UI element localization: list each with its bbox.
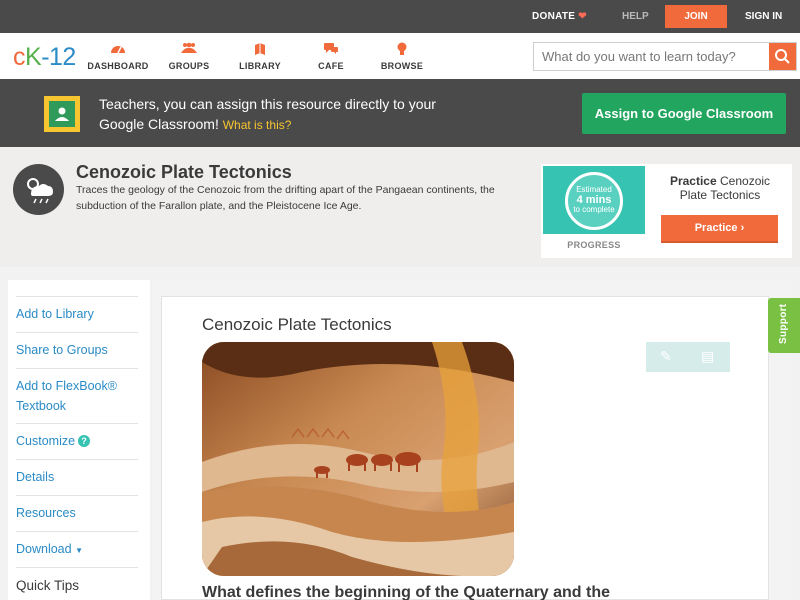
rock-art-image bbox=[202, 342, 514, 576]
ck12-logo[interactable]: cK-12 bbox=[13, 43, 76, 72]
download-label: Download bbox=[16, 542, 72, 556]
divider bbox=[16, 495, 138, 496]
practice-title: Practice Cenozoic Plate Tectonics bbox=[660, 174, 780, 202]
practice-title-bold: Practice bbox=[669, 174, 717, 188]
progress-label: PROGRESS bbox=[567, 240, 621, 250]
what-is-this-link[interactable]: What is this? bbox=[223, 118, 292, 132]
donate-link[interactable]: DONATE ❤ bbox=[532, 11, 587, 22]
customize-link[interactable]: Customize? bbox=[16, 431, 138, 451]
browse-icon bbox=[367, 42, 437, 58]
logo-c: c bbox=[13, 43, 26, 71]
divider bbox=[16, 459, 138, 460]
content-tools: ✎ ▤ bbox=[646, 342, 730, 372]
google-classroom-text: Teachers, you can assign this resource d… bbox=[99, 94, 459, 135]
practice-button-label: Practice bbox=[694, 222, 738, 234]
nav-cafe[interactable]: CAFE bbox=[296, 42, 366, 71]
details-link[interactable]: Details bbox=[16, 467, 138, 487]
nav-cafe-label: CAFE bbox=[318, 61, 344, 71]
content-title: Cenozoic Plate Tectonics bbox=[202, 315, 392, 334]
progress-graphic: Estimated 4 mins to complete bbox=[543, 166, 645, 234]
nav-browse[interactable]: BROWSE bbox=[367, 42, 437, 71]
content-heading: What defines the beginning of the Quater… bbox=[202, 584, 611, 600]
page-title: Cenozoic Plate Tectonics bbox=[76, 162, 292, 182]
add-to-library-link[interactable]: Add to Library bbox=[16, 304, 138, 324]
support-label: Support bbox=[778, 303, 789, 344]
divider bbox=[16, 368, 138, 369]
practice-button[interactable]: Practice › bbox=[661, 215, 778, 243]
customize-label: Customize bbox=[16, 434, 76, 448]
nav-dashboard[interactable]: DASHBOARD bbox=[83, 42, 153, 71]
groups-icon bbox=[154, 42, 224, 58]
join-button[interactable]: JOIN bbox=[665, 5, 727, 28]
heart-icon: ❤ bbox=[578, 11, 587, 22]
add-to-flexbook-link[interactable]: Add to FlexBook® Textbook bbox=[16, 376, 138, 416]
library-icon bbox=[225, 42, 295, 58]
lesson-description: Traces the geology of the Cenozoic from … bbox=[76, 184, 495, 212]
support-tab[interactable]: Support bbox=[768, 298, 800, 353]
divider bbox=[16, 531, 138, 532]
download-link[interactable]: Download ▼ bbox=[16, 539, 138, 561]
search-bar bbox=[533, 42, 797, 71]
help-icon[interactable]: ? bbox=[78, 435, 91, 447]
top-utility-bar: DONATE ❤ HELP JOIN SIGN IN bbox=[0, 0, 800, 33]
nav-library[interactable]: LIBRARY bbox=[225, 42, 295, 71]
nav-groups[interactable]: GROUPS bbox=[154, 42, 224, 71]
search-icon bbox=[775, 49, 790, 64]
help-link[interactable]: HELP bbox=[622, 11, 649, 22]
estimated-minutes: 4 mins bbox=[576, 194, 612, 206]
cafe-icon bbox=[296, 42, 366, 58]
resources-link[interactable]: Resources bbox=[16, 503, 138, 523]
divider bbox=[16, 296, 138, 297]
chevron-right-icon: › bbox=[740, 222, 745, 234]
weather-icon bbox=[13, 164, 64, 215]
google-classroom-icon bbox=[44, 96, 80, 132]
nav-dashboard-label: DASHBOARD bbox=[87, 61, 149, 71]
progress-circle: Estimated 4 mins to complete bbox=[565, 172, 623, 230]
nav-browse-label: BROWSE bbox=[380, 61, 424, 71]
nav-library-label: LIBRARY bbox=[239, 61, 281, 71]
edit-icon[interactable]: ✎ bbox=[660, 348, 672, 365]
search-input[interactable] bbox=[534, 43, 770, 70]
logo-num: 12 bbox=[49, 43, 76, 71]
logo-dash: - bbox=[41, 43, 50, 71]
textbook-label: Textbook bbox=[16, 399, 67, 413]
search-button[interactable] bbox=[769, 43, 796, 70]
logo-k: K bbox=[25, 43, 42, 71]
notes-icon[interactable]: ▤ bbox=[701, 348, 714, 365]
nav-groups-label: GROUPS bbox=[168, 61, 210, 71]
flexbook-label: Add to FlexBook® bbox=[16, 379, 117, 393]
quick-tips-heading: Quick Tips bbox=[16, 578, 80, 593]
sign-in-link[interactable]: SIGN IN bbox=[745, 11, 782, 22]
caret-down-icon: ▼ bbox=[75, 546, 83, 555]
divider bbox=[16, 332, 138, 333]
share-to-groups-link[interactable]: Share to Groups bbox=[16, 340, 138, 360]
divider bbox=[16, 567, 138, 568]
divider bbox=[16, 423, 138, 424]
dashboard-icon bbox=[83, 42, 153, 58]
to-complete-label: to complete bbox=[573, 205, 615, 214]
assign-google-classroom-button[interactable]: Assign to Google Classroom bbox=[582, 93, 786, 134]
